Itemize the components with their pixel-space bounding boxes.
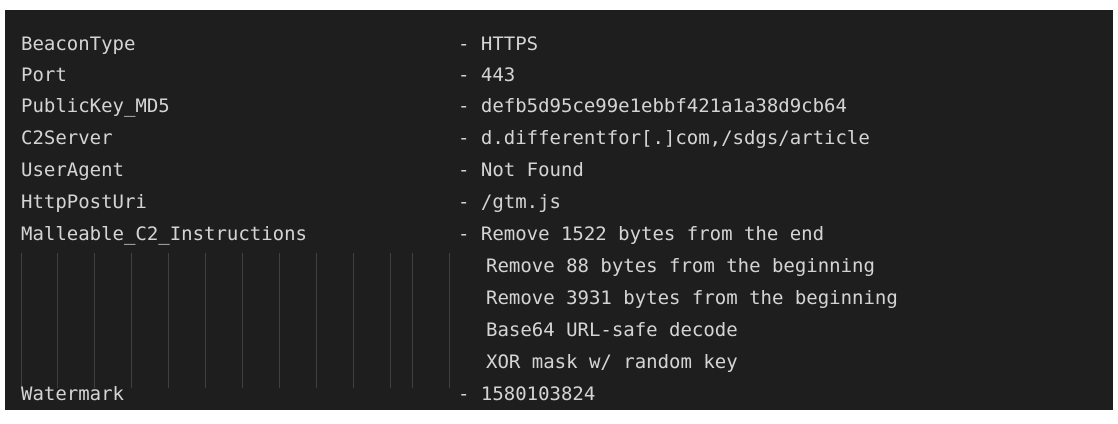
config-row-publickey-md5: PublicKey_MD5 - defb5d95ce99e1ebbf421a1a… bbox=[5, 90, 847, 123]
indent-guide bbox=[131, 253, 132, 388]
instruction-text: Base64 URL-safe decode bbox=[486, 319, 738, 341]
config-value: - Remove 1522 bytes from the end bbox=[458, 223, 825, 245]
instruction-line: Remove 88 bytes from the beginning bbox=[5, 250, 875, 283]
config-row-beacontype: BeaconType - HTTPS bbox=[5, 28, 538, 61]
indent-guide bbox=[353, 253, 354, 388]
text-editor-pane[interactable]: BeaconType - HTTPS Port - 443 PublicKey_… bbox=[5, 10, 1113, 410]
indent-guide bbox=[412, 253, 413, 388]
indent-guide bbox=[316, 253, 317, 388]
instruction-line: XOR mask w/ random key bbox=[5, 346, 738, 379]
config-value: - Not Found bbox=[458, 159, 584, 181]
instruction-line: Remove 3931 bytes from the beginning bbox=[5, 282, 898, 315]
indent-guide bbox=[168, 253, 169, 388]
config-row-watermark: Watermark - 1580103824 bbox=[5, 378, 595, 410]
indent-guide bbox=[57, 253, 58, 388]
config-key: Watermark bbox=[21, 383, 124, 405]
config-value: - 1580103824 bbox=[458, 383, 596, 405]
indent-guide bbox=[94, 253, 95, 388]
config-value: - defb5d95ce99e1ebbf421a1a38d9cb64 bbox=[458, 95, 847, 117]
config-key: Malleable_C2_Instructions bbox=[21, 223, 307, 245]
indent-guide bbox=[242, 253, 243, 388]
config-row-c2server: C2Server - d.differentfor[.]com,/sdgs/ar… bbox=[5, 122, 870, 155]
config-value: - HTTPS bbox=[458, 33, 539, 55]
config-key: HttpPostUri bbox=[21, 191, 147, 213]
config-row-port: Port - 443 bbox=[5, 59, 515, 92]
config-value: - d.differentfor[.]com,/sdgs/article bbox=[458, 127, 870, 149]
config-row-useragent: UserAgent - Not Found bbox=[5, 154, 584, 187]
config-key: PublicKey_MD5 bbox=[21, 95, 170, 117]
config-key: UserAgent bbox=[21, 159, 124, 181]
config-key: C2Server bbox=[21, 127, 113, 149]
indent-guide bbox=[449, 253, 450, 388]
indent-guide bbox=[205, 253, 206, 388]
indent-guide bbox=[279, 253, 280, 388]
instruction-text: Remove 3931 bytes from the beginning bbox=[486, 287, 898, 309]
config-row-httkposturi: HttpPostUri - /gtm.js bbox=[5, 186, 561, 219]
indent-guide bbox=[390, 253, 391, 388]
config-key: Port bbox=[21, 64, 67, 86]
config-value: - 443 bbox=[458, 64, 516, 86]
instruction-text: XOR mask w/ random key bbox=[486, 351, 738, 373]
config-key: BeaconType bbox=[21, 33, 136, 55]
config-row-malleable-c2-instructions: Malleable_C2_Instructions - Remove 1522 … bbox=[5, 218, 824, 251]
config-value: - /gtm.js bbox=[458, 191, 561, 213]
instruction-text: Remove 88 bytes from the beginning bbox=[486, 255, 875, 277]
instruction-line: Base64 URL-safe decode bbox=[5, 314, 738, 347]
